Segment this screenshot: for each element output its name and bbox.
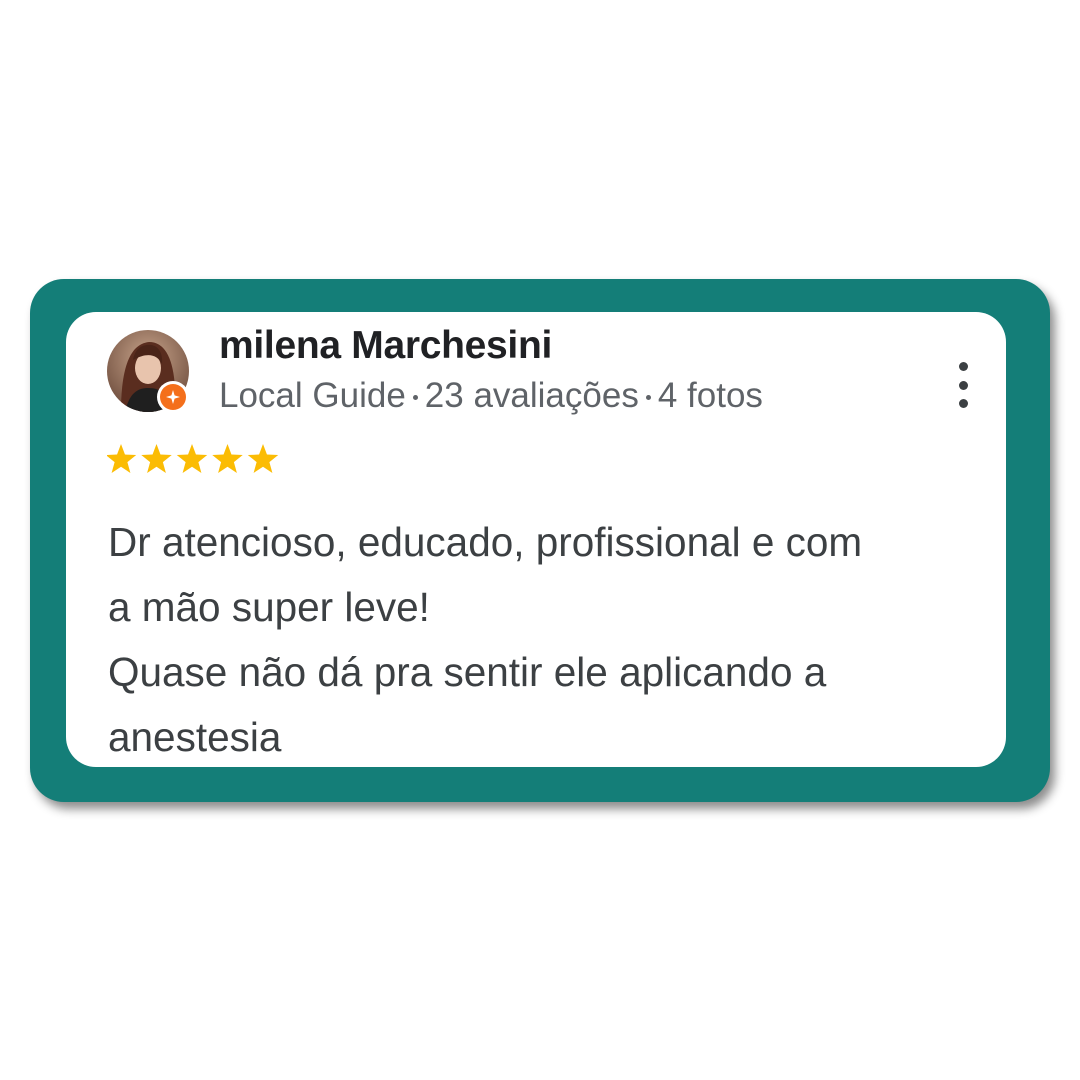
star-rating [107,444,279,473]
review-text: Dr atencioso, educado, profissional e co… [108,510,988,767]
menu-dot [958,362,968,371]
separator-dot [645,394,651,400]
menu-dot [958,399,968,408]
photo-count: 4 fotos [657,376,763,415]
review-card: milena Marchesini Local Guide 23 avaliaç… [66,312,1006,767]
star-icon [212,444,243,473]
reviewer-name[interactable]: milena Marchesini [219,324,552,368]
star-icon [176,444,208,473]
review-text-line: anestesia [108,714,282,760]
local-guide-badge-icon [157,381,189,413]
star-icon [141,444,172,473]
menu-dot [958,380,968,390]
separator-dot [412,394,418,400]
local-guide-label: Local Guide [219,376,406,415]
review-text-line: a mão super leve! [108,584,430,630]
review-text-line: Quase não dá pra sentir ele aplicando a [108,649,827,695]
star-icon [247,444,279,473]
reviewer-avatar[interactable] [107,330,189,413]
review-count: 23 avaliações [424,376,639,415]
reviewer-meta: Local Guide 23 avaliações 4 fotos [219,376,763,416]
more-vert-icon[interactable] [950,362,976,408]
star-icon [107,444,137,473]
review-text-line: Dr atencioso, educado, profissional e co… [108,519,863,565]
